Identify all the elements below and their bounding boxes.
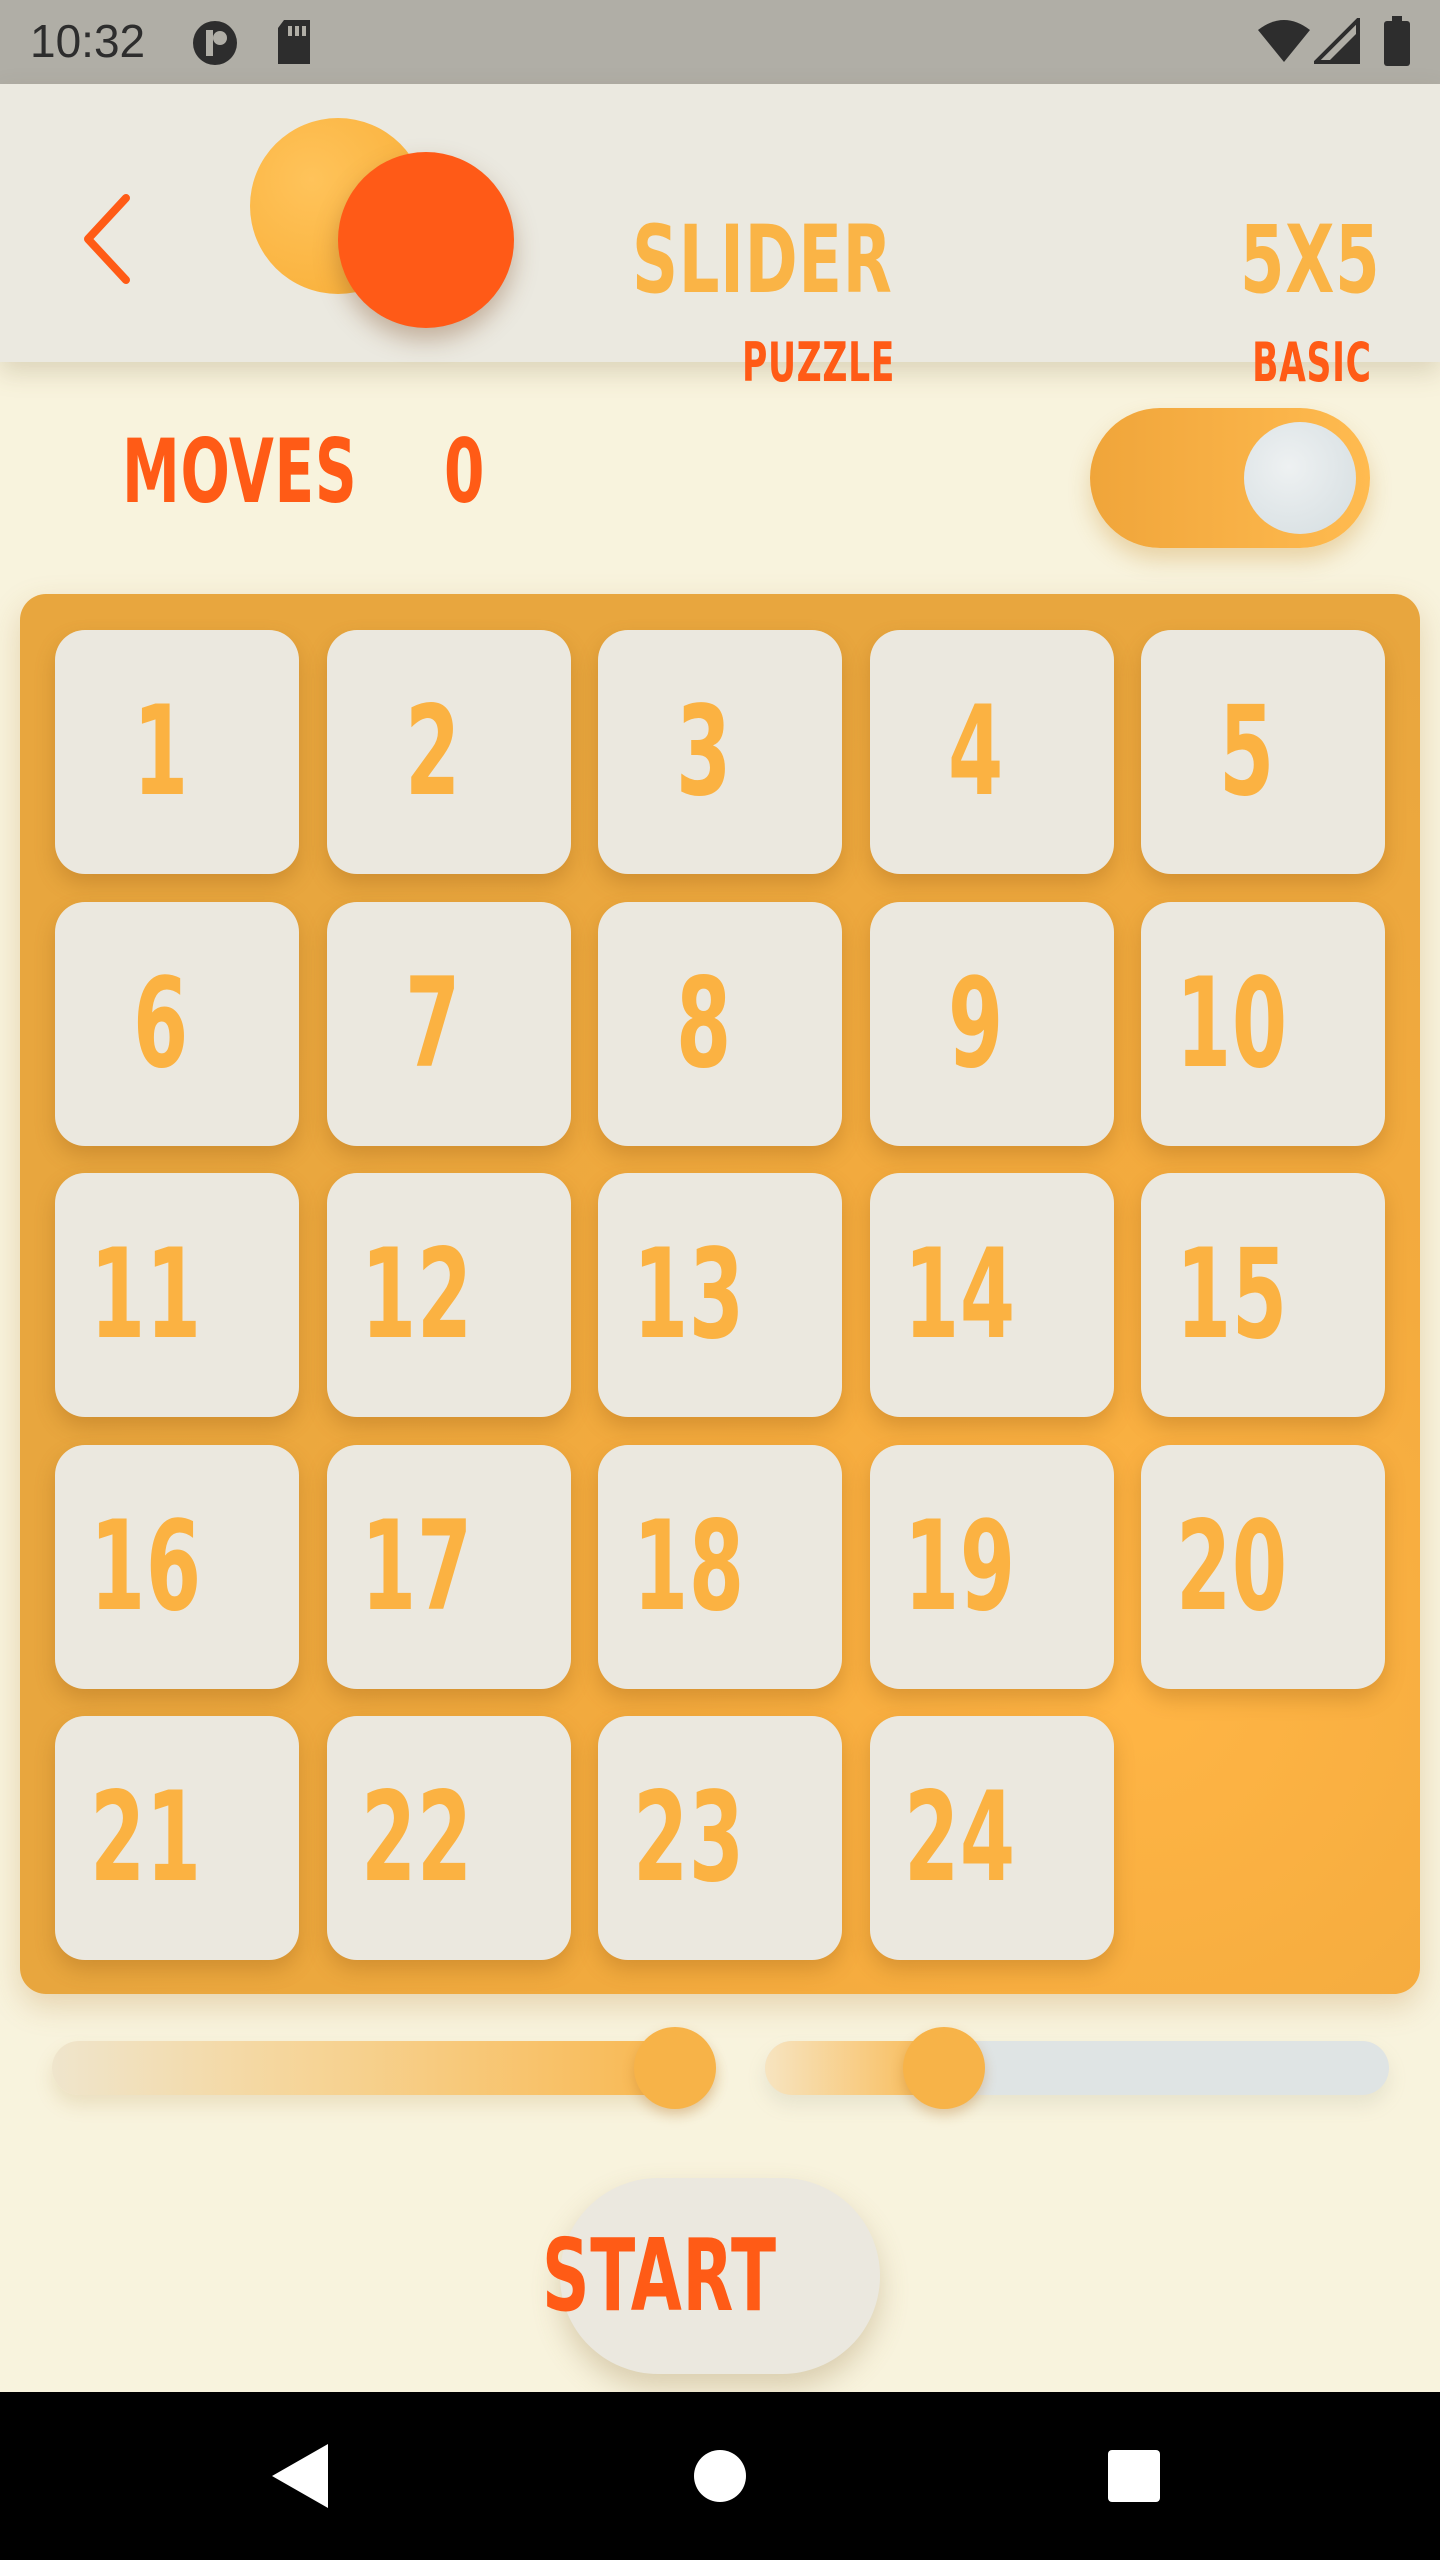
tile-number: 4 — [947, 680, 1004, 824]
moves-value: 0 — [444, 420, 486, 523]
sd-card-icon — [278, 20, 310, 64]
puzzle-tile[interactable]: 4 — [869, 630, 1114, 874]
tile-number: 2 — [404, 680, 461, 824]
app-title: SLIDER — [632, 206, 893, 315]
mode-label: BASIC — [1252, 331, 1372, 394]
tile-number: 10 — [1175, 951, 1288, 1096]
puzzle-tile[interactable]: 21 — [55, 1716, 299, 1960]
tile-number: 16 — [89, 1494, 202, 1639]
tile-number: 7 — [404, 951, 461, 1096]
puzzle-tile[interactable]: 3 — [598, 630, 842, 874]
mode-toggle[interactable] — [1090, 408, 1370, 548]
puzzle-tile[interactable]: 8 — [598, 901, 842, 1146]
system-nav-bar — [0, 2392, 1440, 2560]
puzzle-tile[interactable]: 20 — [1141, 1444, 1385, 1689]
app-header: SLIDER PUZZLE 5X5 BASIC — [0, 84, 1440, 390]
battery-icon — [1384, 16, 1410, 66]
puzzle-tile[interactable]: 6 — [55, 901, 299, 1146]
tile-number: 15 — [1175, 1223, 1288, 1367]
puzzle-tile[interactable]: 18 — [598, 1444, 842, 1689]
logo-orange-circle — [338, 152, 514, 328]
app-notification-icon — [193, 21, 237, 65]
speed-slider-thumb[interactable] — [634, 2027, 716, 2109]
puzzle-tile[interactable]: 1 — [55, 630, 299, 874]
puzzle-board: 1 2 3 4 5 6 7 8 9 10 11 12 13 14 15 16 17 18 19 20 21 22 23 24 — [20, 594, 1420, 1994]
tile-number: 14 — [904, 1223, 1016, 1367]
puzzle-tile[interactable]: 5 — [1141, 630, 1385, 874]
tile-number: 11 — [89, 1223, 202, 1367]
status-bar: 10:32 — [0, 0, 1440, 84]
chevron-left-icon — [84, 194, 130, 284]
speed-slider[interactable] — [52, 2027, 716, 2109]
tile-number: 13 — [632, 1223, 745, 1367]
tile-number: 5 — [1219, 680, 1276, 824]
tile-number: 24 — [904, 1766, 1016, 1910]
tile-number: 18 — [632, 1494, 745, 1639]
back-triangle-icon[interactable] — [260, 2436, 340, 2516]
tile-number: 3 — [676, 680, 733, 824]
puzzle-tile[interactable]: 23 — [598, 1716, 842, 1960]
tile-number: 21 — [89, 1766, 202, 1910]
empty-slot — [1141, 1716, 1385, 1960]
puzzle-tile[interactable]: 12 — [326, 1173, 571, 1417]
tile-number: 22 — [361, 1766, 473, 1910]
difficulty-slider-thumb[interactable] — [903, 2027, 985, 2109]
puzzle-tile[interactable]: 17 — [326, 1444, 571, 1689]
moves-label: MOVES — [122, 420, 358, 523]
puzzle-tile[interactable]: 24 — [869, 1716, 1114, 1960]
tile-number: 8 — [676, 951, 733, 1096]
tile-number: 23 — [632, 1766, 745, 1910]
puzzle-tile[interactable]: 11 — [55, 1173, 299, 1417]
tile-number: 9 — [947, 951, 1004, 1096]
tile-number: 12 — [361, 1223, 473, 1367]
tile-number: 20 — [1175, 1494, 1288, 1639]
back-button[interactable] — [70, 184, 150, 294]
puzzle-tile[interactable]: 19 — [869, 1444, 1114, 1689]
tile-number: 6 — [133, 951, 190, 1096]
puzzle-tile[interactable]: 22 — [326, 1716, 571, 1960]
app-subtitle: PUZZLE — [742, 331, 895, 394]
start-button[interactable]: START — [542, 2178, 880, 2374]
start-button-label: START — [542, 2217, 777, 2334]
cell-signal-icon — [1314, 18, 1360, 64]
puzzle-tile[interactable]: 15 — [1141, 1173, 1385, 1417]
wifi-icon — [1258, 20, 1310, 62]
tile-number: 17 — [361, 1494, 473, 1639]
puzzle-tile[interactable]: 7 — [326, 901, 571, 1146]
tile-number: 19 — [904, 1494, 1016, 1639]
app-logo — [250, 118, 520, 328]
tile-number: 1 — [133, 680, 190, 824]
puzzle-tile[interactable]: 14 — [869, 1173, 1114, 1417]
puzzle-tile[interactable]: 10 — [1141, 901, 1385, 1146]
puzzle-tile[interactable]: 13 — [598, 1173, 842, 1417]
recents-square-icon[interactable] — [1094, 2436, 1174, 2516]
board-size-label: 5X5 — [1239, 206, 1380, 315]
status-time: 10:32 — [30, 15, 146, 67]
difficulty-slider[interactable] — [765, 2027, 1389, 2109]
home-circle-icon[interactable] — [680, 2436, 760, 2516]
puzzle-tile[interactable]: 9 — [869, 901, 1114, 1146]
toggle-knob — [1244, 422, 1356, 534]
puzzle-tile[interactable]: 16 — [55, 1444, 299, 1689]
puzzle-tile[interactable]: 2 — [326, 630, 571, 874]
